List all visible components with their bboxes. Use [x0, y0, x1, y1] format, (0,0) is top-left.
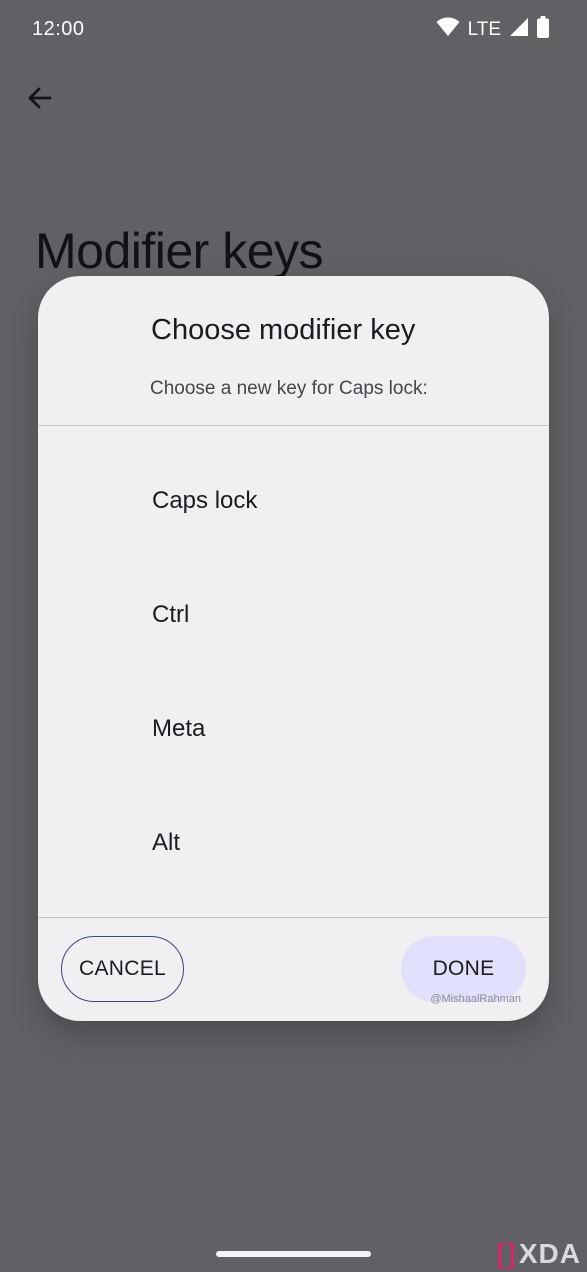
option-ctrl[interactable]: Ctrl: [38, 558, 549, 672]
home-indicator[interactable]: [216, 1251, 371, 1257]
dialog-title: Choose modifier key: [151, 314, 416, 346]
dialog-subtitle: Choose a new key for Caps lock:: [150, 378, 428, 399]
cancel-button[interactable]: CANCEL: [61, 936, 184, 1002]
watermark: @MishaalRahman: [430, 993, 521, 1005]
option-label: Meta: [152, 715, 206, 742]
divider: [38, 917, 549, 918]
xda-logo: [] XDA: [496, 1238, 581, 1270]
divider: [38, 425, 549, 426]
xda-bracket-icon: []: [496, 1238, 517, 1269]
option-label: Caps lock: [152, 487, 258, 514]
option-label: Alt: [152, 829, 181, 856]
xda-logo-text: XDA: [518, 1238, 581, 1269]
choose-modifier-key-dialog: Choose modifier key Choose a new key for…: [38, 276, 549, 1021]
option-caps-lock[interactable]: Caps lock: [38, 444, 549, 558]
option-meta[interactable]: Meta: [38, 672, 549, 786]
option-label: Ctrl: [152, 601, 190, 628]
option-alt[interactable]: Alt: [38, 786, 549, 900]
